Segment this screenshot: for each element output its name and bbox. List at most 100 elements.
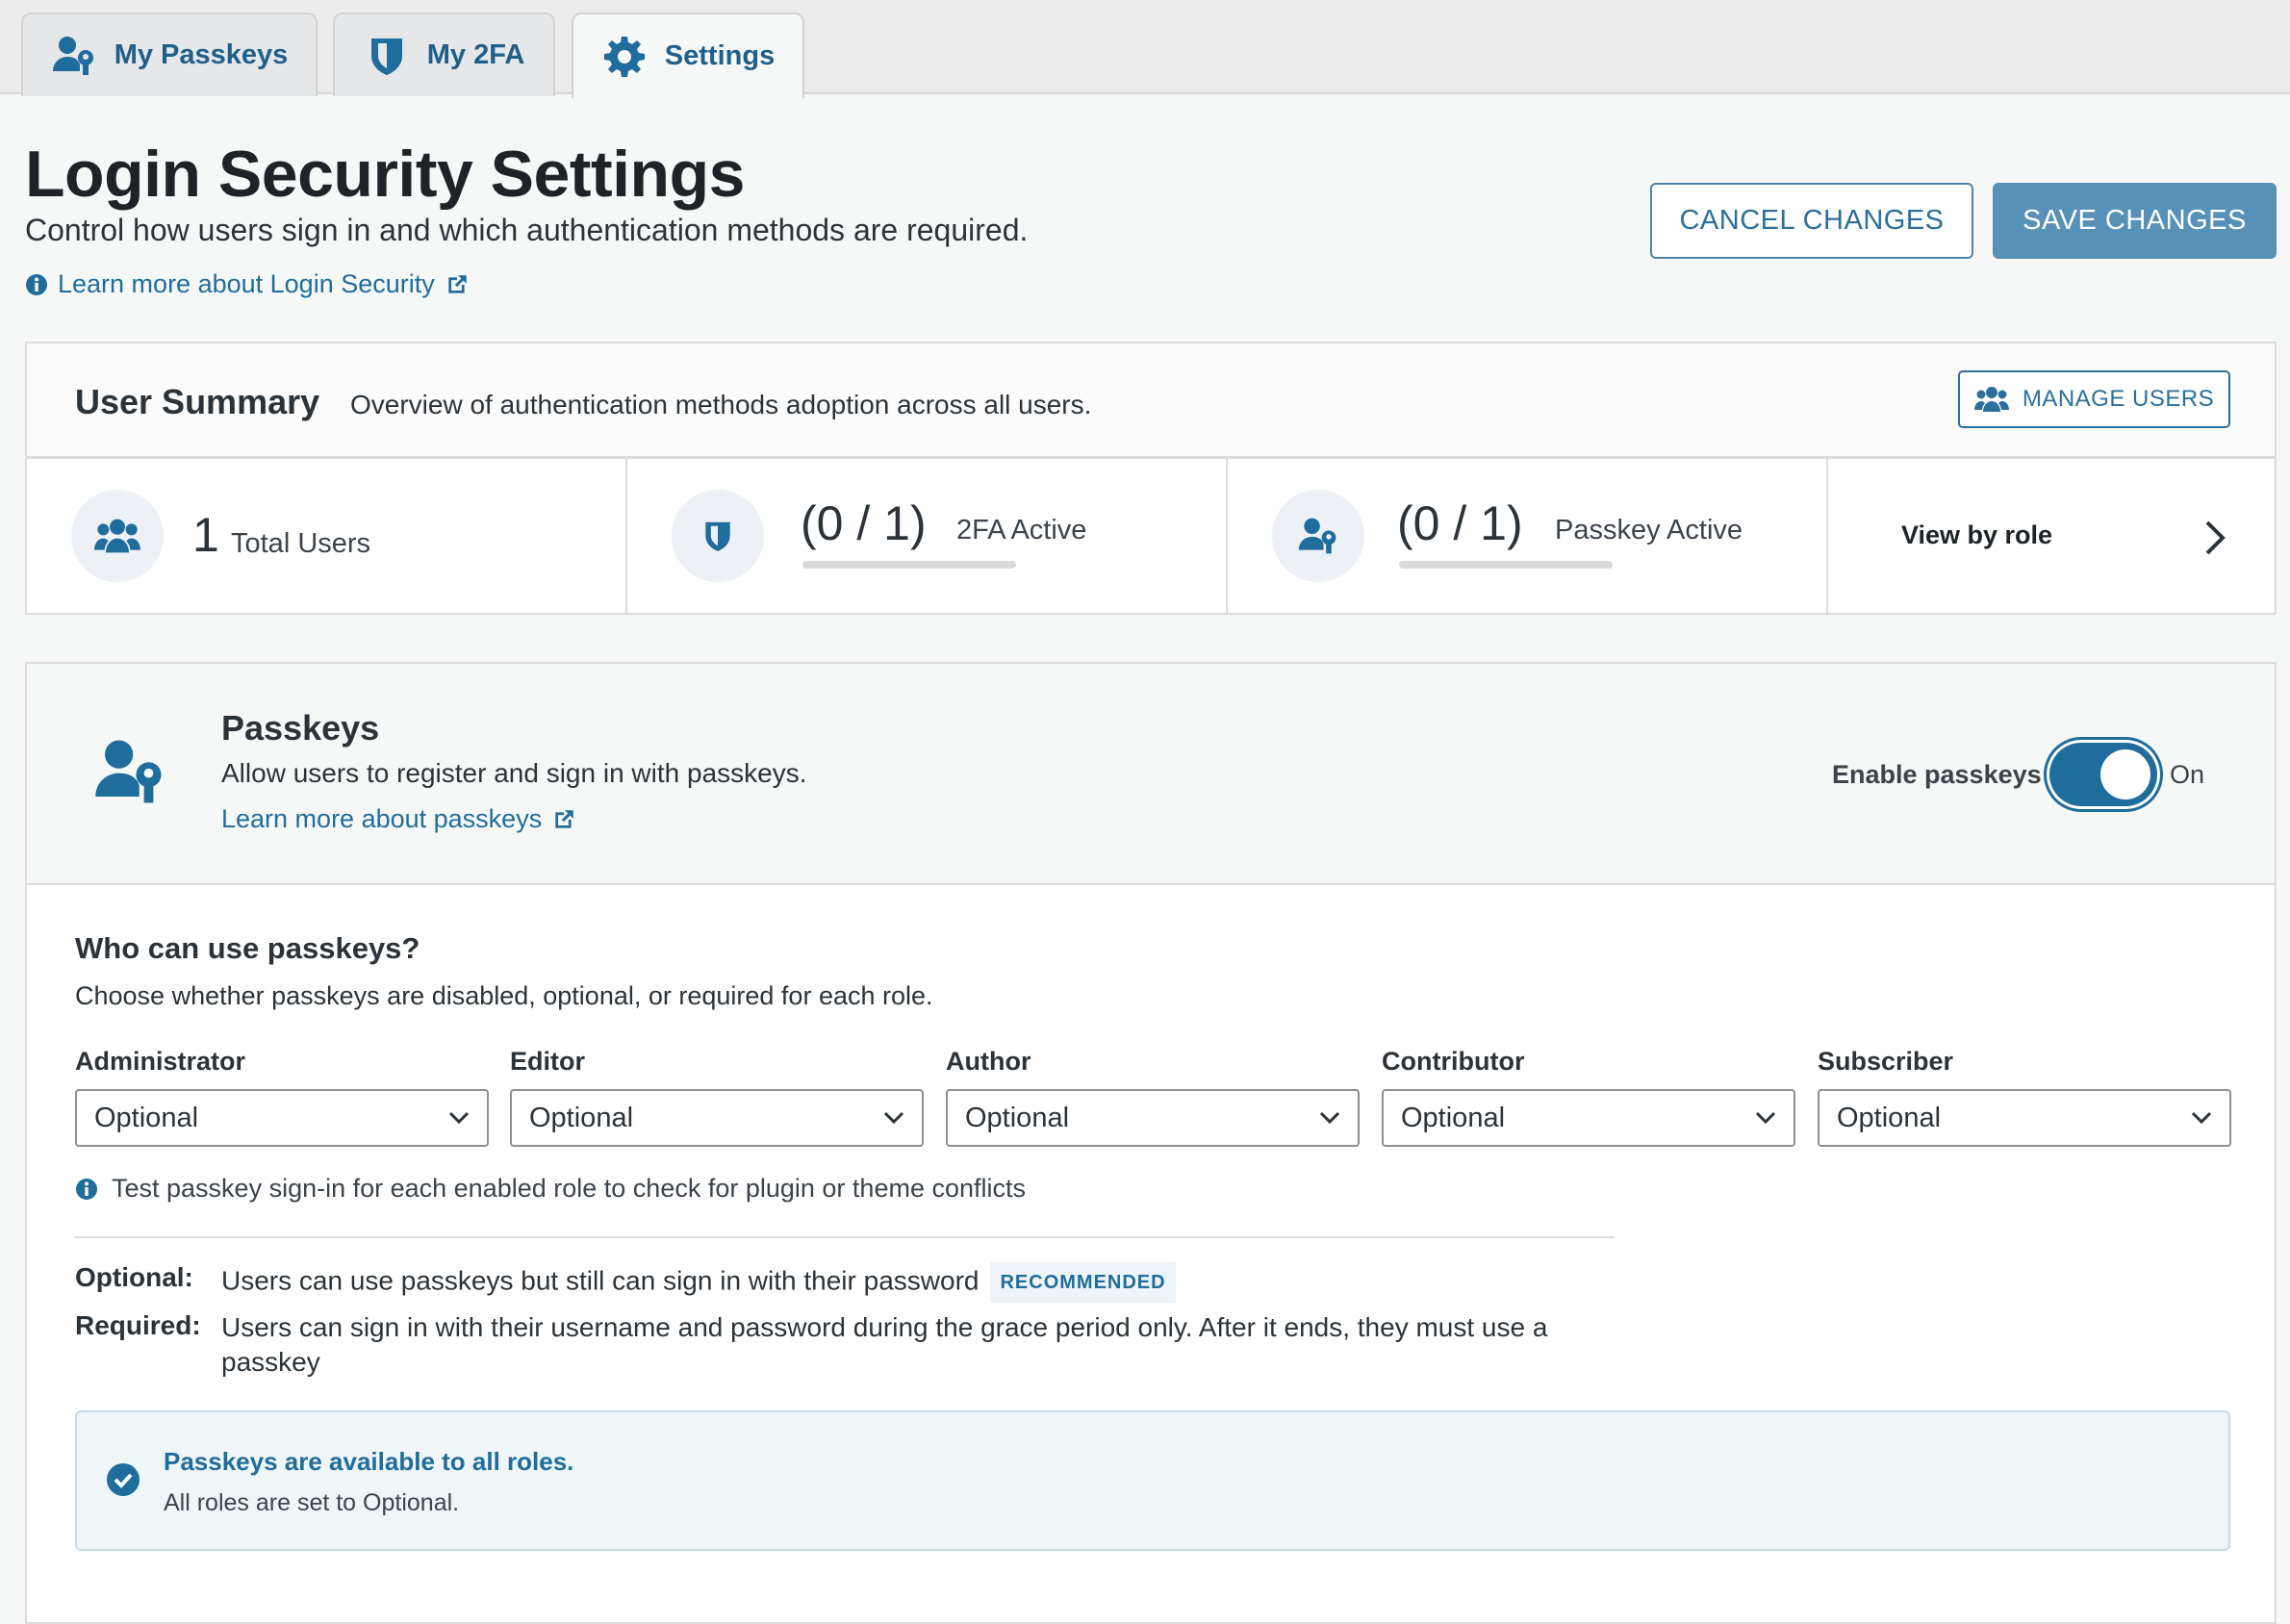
user-key-icon (95, 740, 162, 803)
manage-users-button[interactable]: MANAGE USERS (1958, 370, 2230, 428)
role-contributor: Contributor Optional (1382, 1047, 1795, 1147)
role-label: Author (946, 1047, 1031, 1076)
definition-term: Required: (75, 1310, 201, 1340)
role-editor: Editor Optional (510, 1047, 924, 1147)
who-can-use-title: Who can use passkeys? (75, 931, 420, 965)
notice-text: Test passkey sign-in for each enabled ro… (112, 1174, 1026, 1203)
learn-more-passkeys-label: Learn more about passkeys (221, 804, 543, 833)
definition-text: Users can use passkeys but still can sig… (221, 1265, 980, 1296)
role-author: Author Optional (946, 1047, 1360, 1147)
enable-passkeys-toggle[interactable] (2049, 743, 2157, 806)
select-value: Optional (1401, 1102, 1506, 1133)
learn-more-label: Learn more about Login Security (58, 269, 435, 298)
info-icon (76, 1178, 97, 1200)
passkeys-panel: Passkeys Allow users to register and sig… (25, 662, 2277, 1624)
select-value: Optional (965, 1102, 1070, 1133)
user-summary-description: Overview of authentication methods adopt… (350, 390, 1092, 419)
role-administrator: Administrator Optional (75, 1047, 489, 1147)
conflict-notice: Test passkey sign-in for each enabled ro… (75, 1174, 1026, 1204)
passkeys-header: Passkeys Allow users to register and sig… (27, 664, 2275, 885)
chevron-right-icon (2205, 520, 2226, 555)
tab-my-2fa[interactable]: My 2FA (333, 13, 555, 96)
passkey-progress-bar (1399, 561, 1613, 569)
shield-icon (370, 38, 402, 75)
author-select[interactable]: Optional (946, 1089, 1360, 1147)
stat-passkey-active: (0 / 1) Passkey Active (1228, 459, 1828, 615)
total-users-count: 1 (192, 508, 219, 562)
user-key-icon (52, 36, 93, 75)
tab-label: My Passkeys (114, 39, 289, 70)
page-subtitle: Control how users sign in and which auth… (25, 213, 1029, 247)
role-subscriber: Subscriber Optional (1818, 1047, 2231, 1147)
user-summary-title: User Summary (75, 382, 320, 421)
2fa-active-label: 2FA Active (956, 515, 1087, 546)
role-label: Subscriber (1818, 1047, 1954, 1076)
view-by-role-button[interactable]: View by role (1828, 459, 2277, 615)
passkeys-title: Passkeys (221, 708, 380, 748)
manage-users-label: MANAGE USERS (2022, 386, 2215, 412)
select-value: Optional (529, 1102, 634, 1133)
definition-required: Required: Users can sign in with their u… (75, 1310, 1626, 1380)
select-value: Optional (94, 1102, 199, 1133)
chevron-down-icon (1755, 1111, 1776, 1125)
cancel-changes-button[interactable]: CANCEL CHANGES (1650, 183, 1973, 259)
chevron-down-icon (883, 1111, 904, 1125)
role-label: Contributor (1382, 1047, 1525, 1076)
stat-2fa-active: (0 / 1) 2FA Active (627, 459, 1228, 615)
total-users-label: Total Users (231, 528, 371, 559)
recommended-badge: RECOMMENDED (990, 1262, 1176, 1303)
passkey-active-count: (0 / 1) (1397, 496, 1523, 550)
info-icon (26, 273, 47, 295)
gear-icon (603, 36, 645, 77)
tab-my-passkeys[interactable]: My Passkeys (21, 13, 318, 96)
role-label: Administrator (75, 1047, 246, 1076)
chevron-down-icon (1319, 1111, 1340, 1125)
select-value: Optional (1837, 1102, 1942, 1133)
stat-icon-circle (1272, 490, 1364, 582)
stat-icon-circle (672, 490, 764, 582)
chevron-down-icon (2191, 1111, 2212, 1125)
passkey-active-label: Passkey Active (1555, 515, 1743, 546)
enable-passkeys-label: Enable passkeys (1832, 760, 2042, 789)
2fa-active-count: (0 / 1) (801, 496, 927, 550)
chevron-down-icon (448, 1111, 470, 1125)
tab-settings[interactable]: Settings (572, 13, 804, 98)
status-title: Passkeys are available to all roles. (164, 1447, 574, 1476)
tab-bar: My Passkeys My 2FA Settings (0, 0, 2290, 98)
toggle-knob (2100, 749, 2150, 799)
save-changes-button[interactable]: SAVE CHANGES (1993, 183, 2277, 259)
check-circle-icon (107, 1463, 140, 1496)
tab-label: Settings (664, 40, 776, 71)
administrator-select[interactable]: Optional (75, 1089, 489, 1147)
2fa-progress-bar (802, 561, 1016, 569)
role-label: Editor (510, 1047, 585, 1076)
definition-term: Optional: (75, 1262, 193, 1292)
definition-text: Users can sign in with their username an… (221, 1312, 1548, 1377)
divider (75, 1236, 1615, 1238)
stat-total-users: 1 Total Users (27, 459, 627, 615)
external-link-icon (448, 274, 467, 293)
editor-select[interactable]: Optional (510, 1089, 924, 1147)
toggle-state-label: On (2170, 760, 2205, 789)
external-link-icon (555, 809, 573, 828)
contributor-select[interactable]: Optional (1382, 1089, 1795, 1147)
who-can-use-description: Choose whether passkeys are disabled, op… (75, 981, 933, 1010)
status-text: All roles are set to Optional. (164, 1489, 460, 1516)
shield-icon (705, 521, 730, 551)
passkeys-description: Allow users to register and sign in with… (221, 758, 807, 788)
users-group-icon (1973, 387, 2009, 412)
subscriber-select[interactable]: Optional (1818, 1089, 2231, 1147)
user-summary-panel: User Summary Overview of authentication … (25, 342, 2277, 615)
tab-label: My 2FA (426, 39, 525, 70)
user-key-icon (1298, 518, 1336, 554)
user-summary-header: User Summary Overview of authentication … (27, 343, 2275, 459)
stat-icon-circle (71, 490, 164, 582)
users-group-icon (94, 519, 140, 553)
passkeys-status-notice: Passkeys are available to all roles. All… (75, 1410, 2230, 1551)
view-by-role-label: View by role (1901, 520, 2053, 549)
page-title: Login Security Settings (25, 138, 745, 211)
definition-text-wrap: Users can use passkeys but still can sig… (221, 1262, 1626, 1303)
learn-more-login-security-link[interactable]: Learn more about Login Security (25, 269, 470, 299)
definition-optional: Optional: Users can use passkeys but sti… (75, 1262, 1626, 1303)
learn-more-passkeys-link[interactable]: Learn more about passkeys (221, 804, 576, 834)
